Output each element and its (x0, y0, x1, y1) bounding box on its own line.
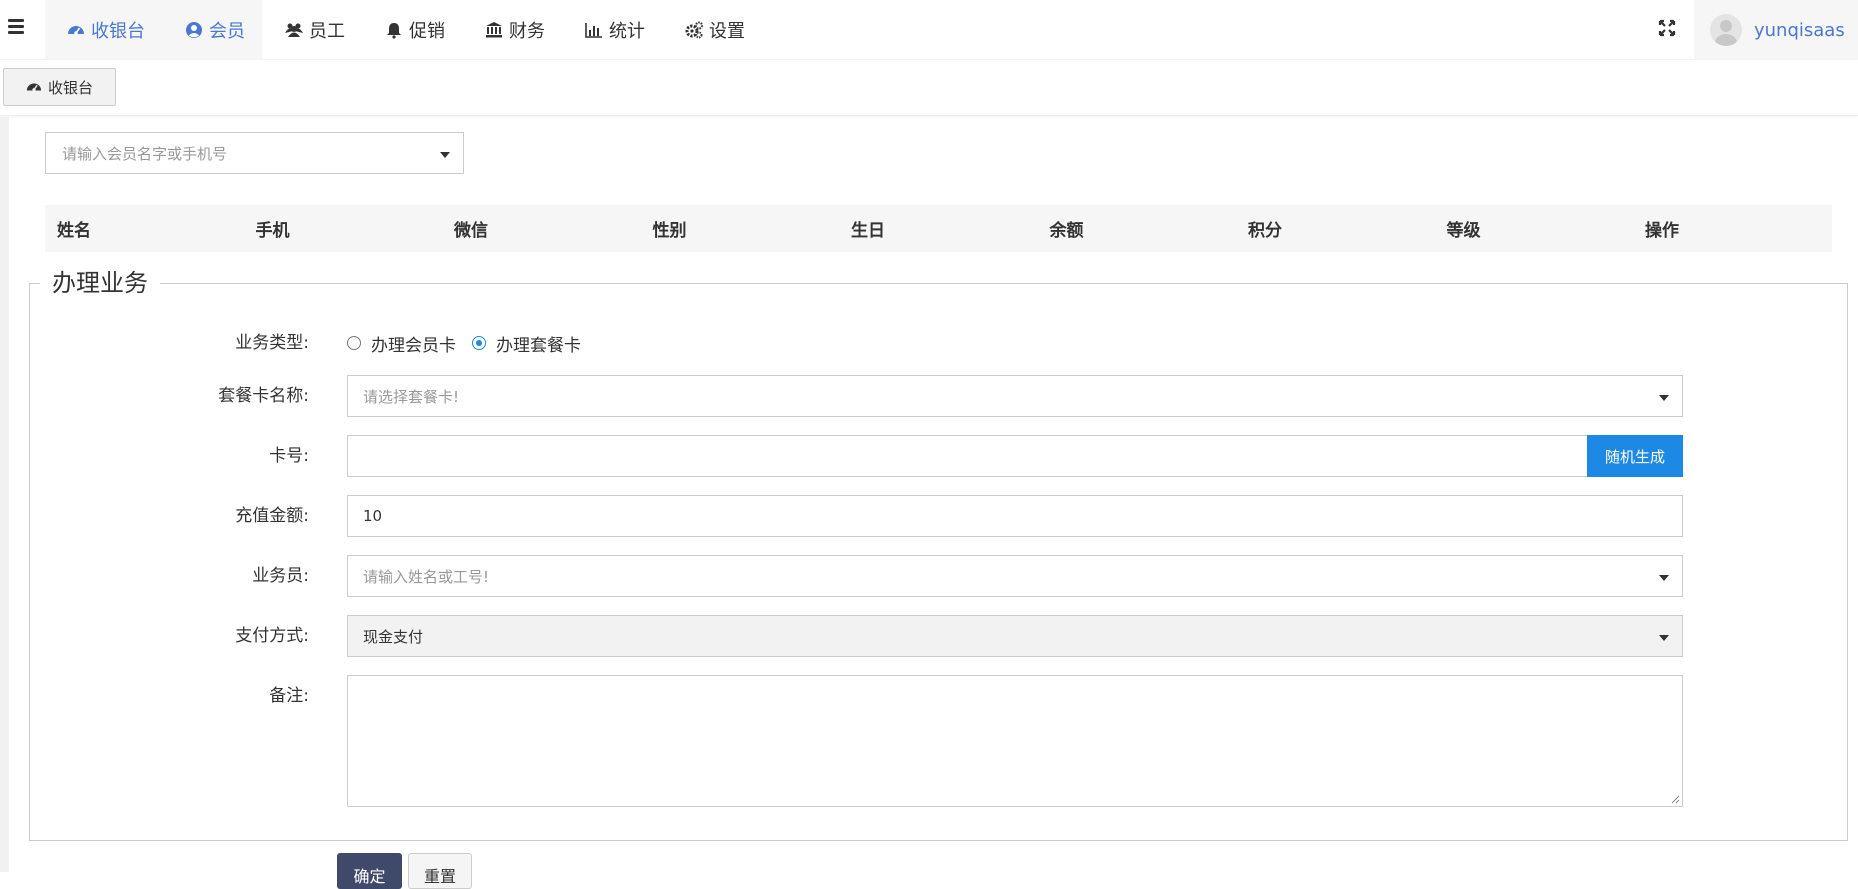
caret-down-icon (1659, 635, 1669, 641)
payment-label: 支付方式: (235, 626, 309, 646)
caret-down-icon (440, 152, 450, 158)
table-header-cell: 积分 (1248, 221, 1282, 241)
amount-label: 充值金额: (235, 506, 309, 526)
gears-icon (685, 21, 703, 39)
table-header-cell: 性别 (652, 221, 687, 241)
tab-cashier[interactable]: 收银台 (3, 68, 116, 106)
business-type-label: 业务类型: (235, 333, 309, 353)
nav-item-label: 财务 (509, 21, 545, 42)
dashboard-icon (26, 83, 42, 92)
user-menu[interactable]: yunqisaas (1694, 0, 1858, 60)
member-search-placeholder: 请输入会员名字或手机号 (62, 144, 228, 163)
fieldset-legend: 办理业务 (40, 267, 160, 299)
bar-chart-icon (585, 23, 602, 38)
amount-field[interactable]: 10 (347, 495, 1683, 537)
remark-textarea[interactable] (347, 675, 1683, 807)
top-navbar: 收银台 会员 员工 促销 财务 统计 设置 yunqisaas (0, 0, 1858, 60)
radio-dot (347, 336, 361, 350)
fullscreen-icon[interactable] (1657, 18, 1677, 38)
radio-label: 办理会员卡 (371, 335, 456, 356)
business-type-radio-group: 办理会员卡 办理套餐卡 (347, 322, 597, 364)
staff-placeholder: 请输入姓名或工号! (363, 567, 490, 586)
table-header-cell: 等级 (1446, 221, 1481, 241)
reset-button[interactable]: 重置 (408, 853, 472, 889)
main-nav: 收银台 会员 员工 促销 财务 统计 设置 (45, 0, 765, 60)
card-no-label: 卡号: (269, 446, 309, 466)
table-header-cell: 微信 (454, 221, 488, 241)
bell-icon (387, 23, 401, 39)
nav-item-cashier[interactable]: 收银台 (45, 0, 165, 60)
table-header-cell: 操作 (1645, 221, 1679, 241)
payment-select[interactable]: 现金支付 (347, 615, 1683, 657)
radio-label: 办理套餐卡 (496, 335, 581, 356)
nav-item-finance[interactable]: 财务 (465, 0, 565, 60)
card-no-input[interactable] (363, 436, 1587, 476)
left-scroll-strip (0, 117, 9, 872)
resize-handle-icon[interactable] (1670, 794, 1680, 804)
staff-select[interactable]: 请输入姓名或工号! (347, 555, 1683, 597)
nav-item-member[interactable]: 会员 (165, 0, 265, 60)
radio-package-card[interactable]: 办理套餐卡 (472, 331, 581, 356)
nav-item-label: 收银台 (91, 21, 145, 42)
caret-down-icon (1659, 395, 1669, 401)
nav-item-statistics[interactable]: 统计 (565, 0, 665, 60)
username: yunqisaas (1754, 19, 1845, 41)
staff-label: 业务员: (252, 566, 309, 586)
generate-button[interactable]: 随机生成 (1587, 435, 1683, 477)
table-header-cell: 生日 (851, 221, 885, 241)
nav-item-label: 员工 (309, 21, 345, 42)
member-search-select[interactable]: 请输入会员名字或手机号 (45, 132, 464, 174)
table-header-cell: 手机 (255, 221, 290, 241)
tab-label: 收银台 (47, 78, 93, 97)
nav-item-promotion[interactable]: 促销 (365, 0, 465, 60)
caret-down-icon (1659, 575, 1669, 581)
member-table-header: 姓名 手机 微信 性别 生日 余额 积分 等级 操作 (45, 205, 1832, 252)
table-header-cell: 姓名 (57, 221, 91, 241)
users-icon (285, 23, 303, 37)
package-placeholder: 请选择套餐卡! (363, 387, 460, 406)
avatar (1710, 14, 1742, 46)
nav-item-label: 设置 (709, 21, 745, 42)
confirm-button[interactable]: 确定 (337, 853, 402, 889)
nav-item-label: 会员 (209, 21, 245, 42)
radio-dot-checked (472, 336, 486, 350)
bank-icon (486, 22, 502, 38)
radio-member-card[interactable]: 办理会员卡 (347, 331, 456, 356)
dashboard-icon (68, 26, 84, 35)
nav-item-label: 促销 (409, 21, 445, 42)
tab-bar: 收银台 (0, 60, 1858, 116)
nav-item-settings[interactable]: 设置 (665, 0, 765, 60)
package-select[interactable]: 请选择套餐卡! (347, 375, 1683, 417)
package-label: 套餐卡名称: (218, 386, 309, 406)
table-header-cell: 余额 (1049, 221, 1084, 241)
nav-item-label: 统计 (609, 21, 645, 42)
amount-value: 10 (363, 507, 383, 525)
card-no-field[interactable] (347, 435, 1588, 477)
payment-value: 现金支付 (363, 627, 424, 646)
menu-toggle-icon[interactable] (8, 16, 28, 36)
user-circle-icon (186, 22, 202, 38)
nav-item-staff[interactable]: 员工 (265, 0, 365, 60)
remark-label: 备注: (269, 686, 309, 706)
